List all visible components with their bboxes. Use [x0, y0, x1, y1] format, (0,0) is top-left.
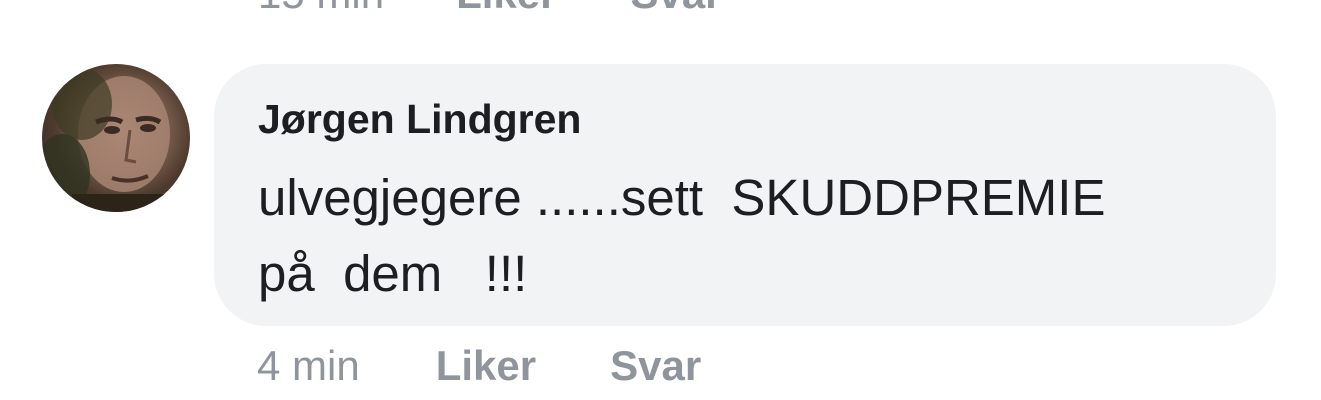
avatar[interactable]: [42, 64, 190, 212]
comment-actions: 4 min Liker Svar: [257, 340, 701, 392]
previous-reply-button[interactable]: Svar: [630, 0, 721, 18]
comment-timestamp[interactable]: 4 min: [257, 342, 360, 390]
comment-thread: 15 min Liker Svar Jørgen Lindgren ulvegj…: [0, 0, 1321, 400]
previous-comment-actions: 15 min Liker Svar: [258, 0, 722, 17]
previous-like-button[interactable]: Liker: [456, 0, 556, 18]
comment-bubble: Jørgen Lindgren ulvegjegere ......sett S…: [214, 64, 1276, 326]
comment-text: ulvegjegere ......sett SKUDDPREMIE på de…: [258, 169, 1106, 302]
like-button[interactable]: Liker: [436, 342, 536, 390]
reply-button[interactable]: Svar: [610, 342, 701, 390]
avatar-photo: [42, 68, 182, 212]
previous-comment-timestamp[interactable]: 15 min: [258, 0, 384, 18]
comment-author[interactable]: Jørgen Lindgren: [258, 96, 581, 143]
